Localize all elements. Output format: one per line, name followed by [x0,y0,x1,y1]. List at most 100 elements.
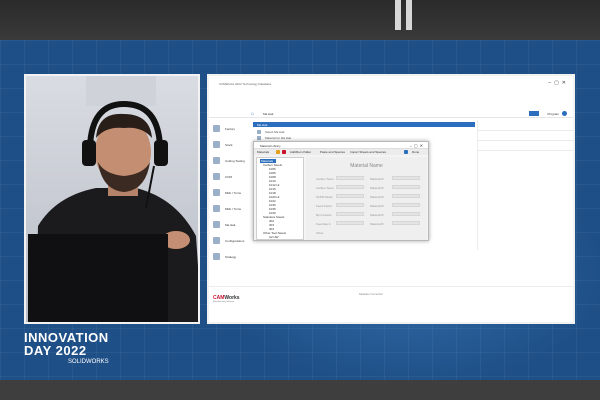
factory-icon [213,125,220,132]
command-bar: ⌂ Ma Hak Program [209,110,573,118]
sidebar-item-cutting-tooling[interactable]: Cutting Tooling [213,156,249,166]
event-branding: INNOVATION DAY 2022 SOLIDWORKS [24,331,109,365]
company-logo: SOLIDWORKS [68,359,109,365]
property-field[interactable] [336,221,364,225]
config-icon [213,237,220,244]
field-label: Carbon Steel [316,177,334,181]
sidebar-item-label: Cutting Tooling [225,159,245,163]
material-icon [257,136,261,140]
status-text: Database Connected [359,293,383,296]
stock-icon [213,141,220,148]
material-properties: Material Name Carbon Steel Material B Ca… [306,157,427,240]
property-field[interactable] [392,203,420,207]
toolbar-paste[interactable]: Paste and Species [320,150,345,154]
option-label: Select Ma Hak [265,130,285,134]
material-tree: Materials Carbon Steels 1005 1006 1008 1… [256,157,304,240]
room-floor [0,380,600,400]
toolbar-import[interactable]: Import Sheets and Species [350,150,386,154]
dialog-window-controls[interactable]: –▢✕ [410,143,425,148]
tool-icon [213,157,220,164]
sidebar-item-strategy[interactable]: Strategy [213,252,249,262]
material-icon [213,221,220,228]
property-field[interactable] [392,176,420,180]
version-label: Program [547,112,559,116]
field-label: SFPM Mode [316,195,333,199]
property-field[interactable] [336,176,364,180]
sidebar-item-turns[interactable]: Mills / Turns [213,204,249,214]
sidebar-item-mills[interactable]: Mills / Turns [213,188,249,198]
info-icon[interactable] [404,150,408,154]
sidebar-item-com[interactable]: COM [213,172,249,182]
field-label: Feed Factor [316,204,333,208]
divider [478,150,573,151]
turn-icon [213,205,220,212]
tree-node[interactable]: A2 HW [269,235,279,239]
sidebar-item-label: Strategy [225,255,237,259]
sidebar-item-label: Configurations [225,239,245,243]
company-name: SOLIDWORKS [68,359,109,365]
app-titlebar: CAMWorks 2022 Technology Database –▢✕ [209,76,573,102]
strategy-icon [213,253,220,260]
logo-subtitle: Manufacturing Software [213,301,235,303]
dialog-title: Material Library [260,144,281,148]
gear-icon [213,173,220,180]
sidebar-item-material[interactable]: Ma Hak [213,220,249,230]
dialog-toolbar: Materials Add/Rem Pallet Paste and Speci… [254,149,428,155]
stream-stage: INNOVATION DAY 2022 SOLIDWORKS CAMWorks … [0,40,600,380]
window-title: CAMWorks 2022 Technology Database [219,82,272,86]
property-field[interactable] [336,194,364,198]
sidebar-item-label: Mills / Turns [225,191,242,195]
event-title-line2: DAY 2022 [24,343,87,358]
material-icon [257,130,261,134]
field-label: Material B [370,204,384,208]
property-field[interactable] [392,212,420,216]
sidebar-item-label: Mills / Turns [225,207,242,211]
property-field[interactable] [392,221,420,225]
field-label: Feedrate A [316,222,331,226]
room-background [0,0,600,40]
sidebar-item-stock[interactable]: Stock [213,140,249,150]
ceiling-light [395,0,401,30]
toolbar-materials[interactable]: Materials [257,150,269,154]
field-label: Material B [370,222,384,226]
shared-screen: CAMWorks 2022 Technology Database –▢✕ ⌂ … [207,74,575,324]
sidebar-item-factory[interactable]: Factory [213,124,249,134]
property-field[interactable] [336,203,364,207]
window-controls[interactable]: –▢✕ [548,80,569,86]
properties-heading: Material Name [350,163,383,169]
toolbar-add-pallet[interactable]: Add/Rem Pallet [290,150,311,154]
command-title: Ma Hak [263,112,274,116]
sidebar-item-configurations[interactable]: Configurations [213,236,249,246]
property-field[interactable] [336,185,364,189]
field-label: Material B [370,186,384,190]
sidebar-item-label: Stock [225,143,233,147]
sidebar-item-label: Factory [225,127,236,131]
home-icon[interactable]: ⌂ [251,111,254,117]
field-label: Material B [370,195,384,199]
help-icon[interactable] [562,111,567,116]
add-icon[interactable] [276,150,280,154]
details-pane [477,120,573,250]
property-field[interactable] [392,194,420,198]
toolbar-done[interactable]: Done [412,150,419,154]
field-label: Carbon Steel [316,186,334,190]
dialog-titlebar: Material Library –▢✕ [254,142,428,149]
property-field[interactable] [392,185,420,189]
sidebar-item-label: Ma Hak [225,223,236,227]
remove-icon[interactable] [282,150,286,154]
field-label: Rpm Factor [316,213,332,217]
presenter-webcam [24,74,200,324]
field-label: Material B [370,213,384,217]
banner-title: Ma Hak [257,123,268,127]
field-label: Other [316,231,324,235]
material-library-dialog: Material Library –▢✕ Materials Add/Rem P… [253,141,429,241]
presenter-figure [28,76,198,322]
property-field[interactable] [336,212,364,216]
option-label: Material for Ma Hak [265,136,292,140]
section-banner: Ma Hak [253,122,475,127]
app-footer: CAMWorks Manufacturing Software Database… [209,286,573,312]
field-label: Material B [370,177,384,181]
mill-icon [213,189,220,196]
sidebar-item-label: COM [225,175,232,179]
select-button[interactable] [529,111,539,116]
